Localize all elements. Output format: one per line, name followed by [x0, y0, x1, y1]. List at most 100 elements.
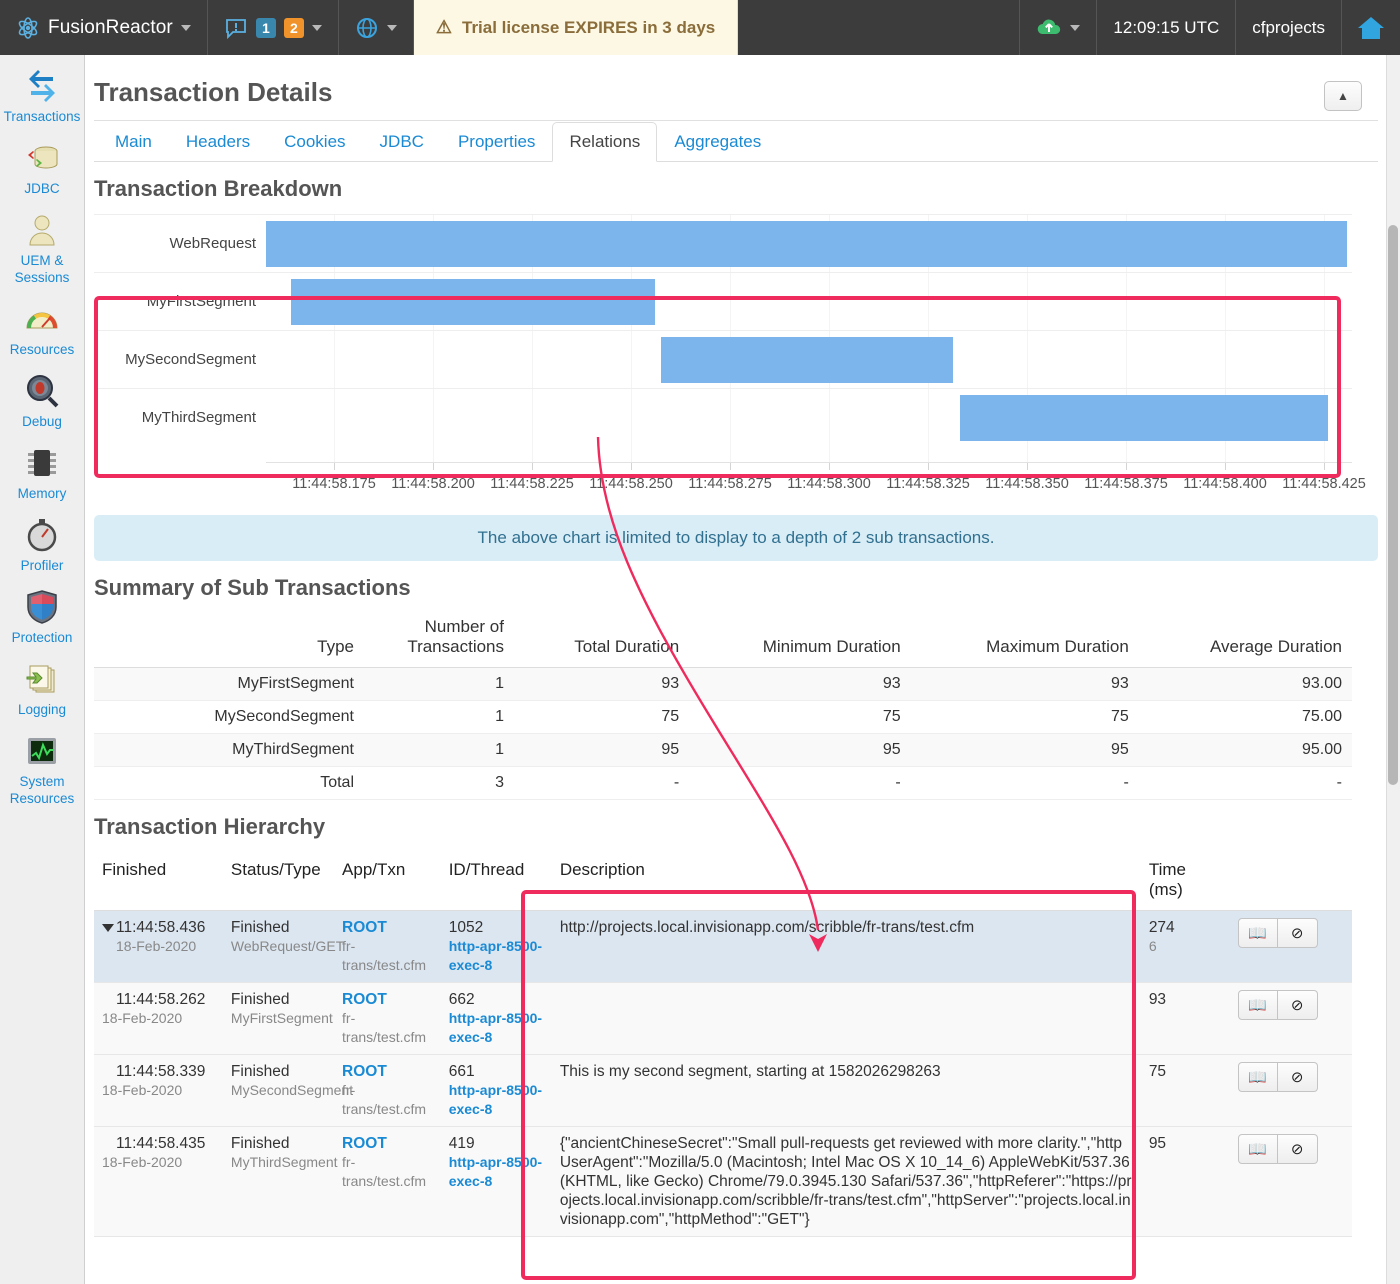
sidebar-item-jdbc[interactable]: JDBC: [0, 133, 84, 205]
cloud-menu[interactable]: [1020, 0, 1097, 55]
hier-cell-finished: 11:44:58.436 18-Feb-2020: [94, 911, 223, 983]
book-icon[interactable]: 📖: [1238, 1134, 1278, 1164]
hier-header-description[interactable]: Description: [552, 850, 1141, 911]
transactions-arrows-icon: [23, 67, 61, 105]
sidebar-item-memory[interactable]: Memory: [0, 438, 84, 510]
table-header-row: Finished Status/Type App/Txn ID/Thread D…: [94, 850, 1352, 911]
thread-link[interactable]: http-apr-8500-exec-8: [449, 937, 544, 975]
sidebar-item-protection[interactable]: Protection: [0, 582, 84, 654]
hier-header-status-type[interactable]: Status/Type: [223, 850, 334, 911]
hier-header-app-txn[interactable]: App/Txn: [334, 850, 441, 911]
chart-bar-mythirdsegment[interactable]: [960, 395, 1328, 441]
sidebar-item-label: Profiler: [21, 557, 64, 574]
sidebar-item-logging[interactable]: Logging: [0, 654, 84, 726]
summary-header-min: Minimum Duration: [689, 613, 911, 668]
sidebar-item-system-resources[interactable]: System Resources: [0, 726, 84, 815]
chart-bar-mysecondsegment[interactable]: [661, 337, 953, 383]
sidebar-item-resources[interactable]: Resources: [0, 294, 84, 366]
table-row[interactable]: 11:44:58.436 18-Feb-2020 Finished WebReq…: [94, 911, 1352, 983]
axis-tick-label: 11:44:58.325: [886, 476, 970, 492]
hier-cell-actions: 📖 ⊘: [1230, 911, 1352, 983]
block-icon[interactable]: ⊘: [1278, 990, 1318, 1020]
txn-text: fr-trans/test.cfm: [342, 1009, 433, 1047]
logging-pages-icon: [23, 660, 61, 698]
tab-jdbc[interactable]: JDBC: [363, 122, 441, 162]
tab-headers[interactable]: Headers: [169, 122, 267, 162]
summary-header-type: Type: [94, 613, 364, 668]
tab-main[interactable]: Main: [98, 122, 169, 162]
hier-header-id-thread[interactable]: ID/Thread: [441, 850, 552, 911]
hier-cell-id: 662 http-apr-8500-exec-8: [441, 983, 552, 1055]
hier-header-finished[interactable]: Finished: [94, 850, 223, 911]
txn-text: fr-trans/test.cfm: [342, 1153, 433, 1191]
scrollbar-thumb[interactable]: [1388, 225, 1398, 785]
block-icon[interactable]: ⊘: [1278, 1062, 1318, 1092]
hier-cell-finished: 11:44:58.262 18-Feb-2020: [94, 983, 223, 1055]
chevron-down-icon: [387, 25, 397, 31]
chevron-down-icon: [1070, 25, 1080, 31]
tab-relations[interactable]: Relations: [552, 122, 657, 162]
book-icon[interactable]: 📖: [1238, 918, 1278, 948]
table-row[interactable]: 11:44:58.339 18-Feb-2020 Finished MySeco…: [94, 1055, 1352, 1127]
book-icon[interactable]: 📖: [1238, 1062, 1278, 1092]
utc-clock: 12:09:15 UTC: [1097, 0, 1236, 55]
instance-name[interactable]: cfprojects: [1236, 0, 1342, 55]
summary-cell-min: 95: [689, 734, 911, 767]
status-text: Finished: [231, 1135, 290, 1152]
axis-tick-label: 11:44:58.375: [1084, 476, 1168, 492]
table-row[interactable]: 11:44:58.435 18-Feb-2020 Finished MyThir…: [94, 1127, 1352, 1237]
chart-depth-info-banner: The above chart is limited to display to…: [94, 515, 1378, 561]
trial-license-banner[interactable]: ⚠ Trial license EXPIRES in 3 days: [414, 0, 738, 55]
thread-link[interactable]: http-apr-8500-exec-8: [449, 1081, 544, 1119]
app-link[interactable]: ROOT: [342, 991, 387, 1008]
hier-cell-status: Finished MyThirdSegment: [223, 1127, 334, 1237]
hier-cell-time: 274 6: [1141, 911, 1230, 983]
sidebar-item-uem-sessions[interactable]: UEM & Sessions: [0, 205, 84, 294]
tab-properties[interactable]: Properties: [441, 122, 552, 162]
chart-row: MyFirstSegment: [94, 272, 1352, 330]
transaction-breakdown-chart: WebRequest MyFirstSegment MySecondSegmen…: [94, 214, 1378, 499]
thread-link[interactable]: http-apr-8500-exec-8: [449, 1153, 544, 1191]
summary-cell-max: 95: [911, 734, 1139, 767]
finished-date: 18-Feb-2020: [102, 1009, 215, 1028]
page-scrollbar[interactable]: [1386, 55, 1400, 1284]
axis-tick-label: 11:44:58.200: [391, 476, 475, 492]
brand-menu[interactable]: FusionReactor: [0, 0, 208, 55]
book-icon[interactable]: 📖: [1238, 990, 1278, 1020]
app-link[interactable]: ROOT: [342, 1063, 387, 1080]
table-row[interactable]: 11:44:58.262 18-Feb-2020 Finished MyFirs…: [94, 983, 1352, 1055]
txn-text: fr-trans/test.cfm: [342, 937, 433, 975]
sidebar-item-label: Logging: [18, 701, 66, 718]
globe-menu[interactable]: [339, 0, 414, 55]
app-link[interactable]: ROOT: [342, 919, 387, 936]
hier-header-time[interactable]: Time (ms): [1141, 850, 1230, 911]
expand-row-icon[interactable]: [102, 924, 114, 932]
hier-cell-app: ROOT fr-trans/test.cfm: [334, 911, 441, 983]
time-value: 274: [1149, 919, 1175, 936]
hier-cell-time: 75: [1141, 1055, 1230, 1127]
collapse-panel-button[interactable]: ▲: [1324, 81, 1362, 111]
alerts-menu[interactable]: 1 2: [208, 0, 339, 55]
chart-bar-myfirstsegment[interactable]: [291, 279, 655, 325]
home-button[interactable]: [1342, 0, 1400, 55]
time-value: 95: [1149, 1135, 1166, 1152]
app-link[interactable]: ROOT: [342, 1135, 387, 1152]
tab-aggregates[interactable]: Aggregates: [657, 122, 778, 162]
alert-count-blue[interactable]: 1: [256, 18, 276, 38]
type-text: MySecondSegment: [231, 1081, 326, 1100]
thread-link[interactable]: http-apr-8500-exec-8: [449, 1009, 544, 1047]
hier-cell-status: Finished MyFirstSegment: [223, 983, 334, 1055]
summary-cell-total: 93: [514, 668, 689, 701]
axis-tick-label: 11:44:58.350: [985, 476, 1069, 492]
globe-icon: [355, 16, 379, 40]
chart-bar-webrequest[interactable]: [266, 221, 1347, 267]
page-title: Transaction Details: [86, 55, 1386, 120]
sidebar-item-debug[interactable]: Debug: [0, 366, 84, 438]
sidebar-item-transactions[interactable]: Transactions: [0, 61, 84, 133]
block-icon[interactable]: ⊘: [1278, 1134, 1318, 1164]
sidebar-item-profiler[interactable]: Profiler: [0, 510, 84, 582]
block-icon[interactable]: ⊘: [1278, 918, 1318, 948]
alert-count-orange[interactable]: 2: [284, 18, 304, 38]
tab-cookies[interactable]: Cookies: [267, 122, 362, 162]
hier-cell-app: ROOT fr-trans/test.cfm: [334, 1055, 441, 1127]
